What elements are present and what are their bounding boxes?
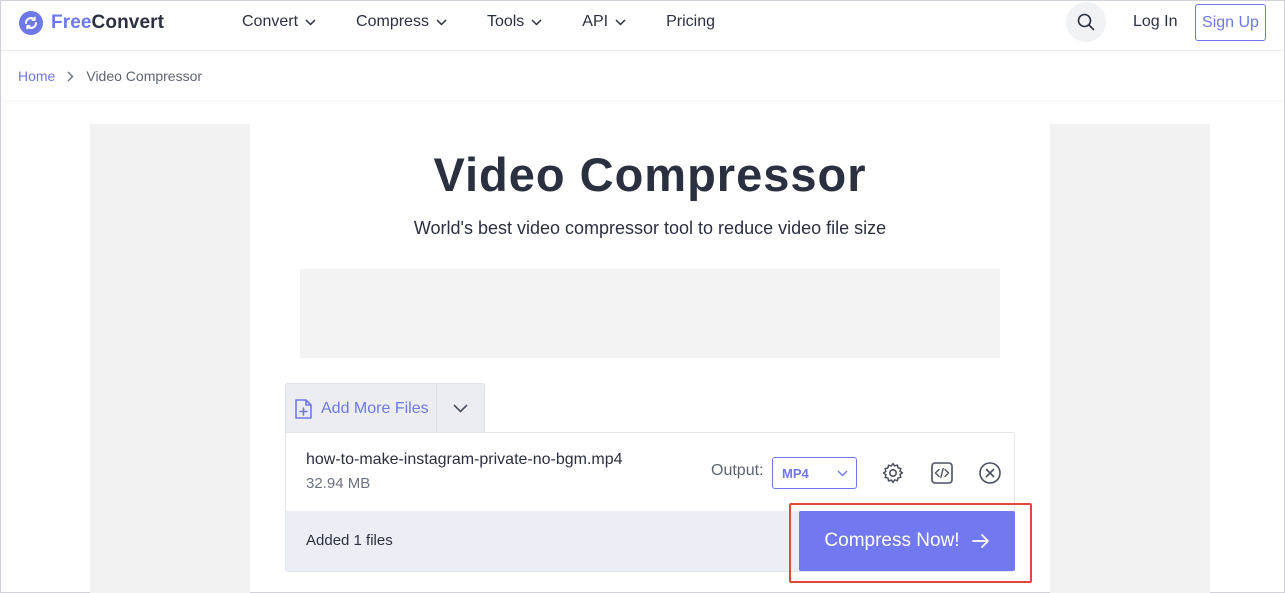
- nav-tools-label: Tools: [486, 13, 525, 30]
- right-ad-panel: [1050, 124, 1210, 593]
- breadcrumb-home[interactable]: Home: [18, 68, 55, 84]
- chevron-down-icon: [436, 18, 447, 26]
- close-circle-icon: [979, 462, 1001, 484]
- nav-compress-label: Compress: [356, 13, 429, 30]
- chevron-down-icon: [305, 18, 316, 26]
- add-files-dropdown[interactable]: [437, 384, 484, 433]
- logo-text-convert: Convert: [91, 12, 165, 33]
- page-title: Video Compressor: [433, 148, 867, 201]
- breadcrumb: Home Video Compressor: [1, 52, 1284, 100]
- search-icon: [1077, 13, 1095, 31]
- output-label: Output:: [711, 462, 764, 479]
- nav-convert-label: Convert: [242, 13, 299, 30]
- output-format-select[interactable]: MP4: [772, 457, 857, 489]
- chevron-down-icon: [453, 404, 468, 413]
- ad-banner: [300, 269, 1000, 358]
- nav-pricing-label: Pricing: [666, 13, 715, 30]
- logo-icon: [19, 11, 43, 35]
- chevron-right-icon: [67, 71, 74, 82]
- main-nav: Convert Compress Tools API Pricing: [242, 1, 755, 43]
- gear-icon: [882, 462, 904, 484]
- chevron-down-icon: [837, 470, 848, 476]
- nav-tools[interactable]: Tools: [487, 13, 542, 31]
- search-button[interactable]: [1066, 2, 1106, 42]
- top-header: FreeConvert Convert Compress Tools API P…: [1, 1, 1284, 51]
- page-subtitle: World's best video compressor tool to re…: [413, 218, 887, 238]
- freeconvert-logo[interactable]: FreeConvert: [19, 11, 164, 35]
- left-ad-panel: [90, 124, 250, 593]
- nav-convert[interactable]: Convert: [242, 13, 316, 31]
- logo-text-free: Free: [51, 12, 92, 33]
- nav-api[interactable]: API: [582, 13, 626, 31]
- login-link[interactable]: Log In: [1133, 13, 1177, 31]
- embed-code-button[interactable]: [929, 460, 955, 486]
- settings-button[interactable]: [880, 460, 906, 486]
- add-more-files-label: Add More Files: [321, 399, 429, 417]
- code-icon: [931, 462, 953, 484]
- compress-now-label: Compress Now!: [824, 530, 960, 551]
- chevron-down-icon: [531, 18, 542, 26]
- arrow-right-icon: [971, 533, 990, 549]
- upload-tabbar: Add More Files: [285, 383, 485, 433]
- file-name: how-to-make-instagram-private-no-bgm.mp4: [306, 451, 623, 468]
- remove-file-button[interactable]: [977, 460, 1003, 486]
- compress-now-button[interactable]: Compress Now!: [799, 511, 1015, 571]
- output-format-value: MP4: [782, 465, 809, 481]
- signup-button[interactable]: Sign Up: [1195, 4, 1266, 41]
- add-more-files-button[interactable]: Add More Files: [286, 384, 437, 433]
- breadcrumb-current: Video Compressor: [86, 68, 203, 84]
- nav-pricing[interactable]: Pricing: [666, 13, 715, 31]
- nav-api-label: API: [582, 13, 609, 30]
- logo-text: FreeConvert: [51, 12, 164, 34]
- added-files-count: Added 1 files: [306, 532, 393, 549]
- file-size: 32.94 MB: [306, 475, 371, 492]
- file-plus-icon: [295, 398, 312, 419]
- chevron-down-icon: [615, 18, 626, 26]
- nav-compress[interactable]: Compress: [356, 13, 447, 31]
